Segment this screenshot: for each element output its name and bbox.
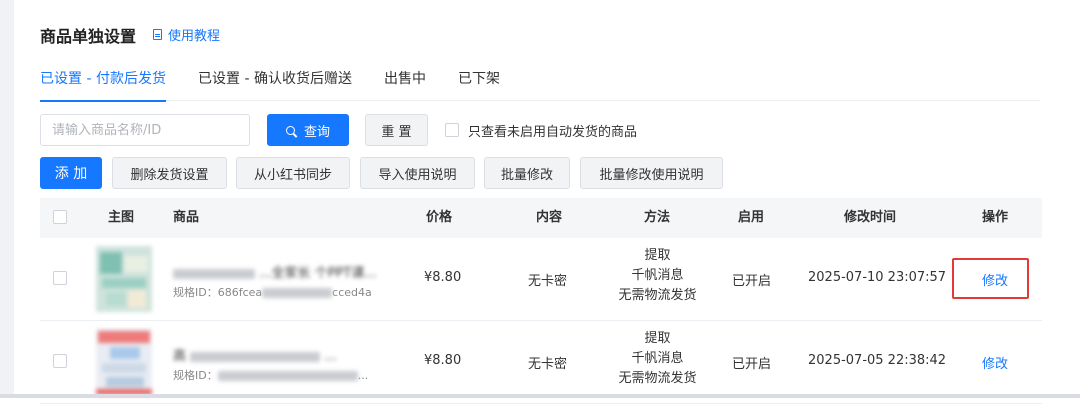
add-button[interactable]: 添 加	[40, 157, 102, 189]
tab-confirm-receipt-gift[interactable]: 已设置 - 确认收货后赠送	[198, 68, 352, 100]
product-title: ...全家长 个PPT课...	[173, 262, 377, 281]
table-row: ...全家长 个PPT课... 规格ID：686fcea cced4a ¥8.80…	[40, 238, 1042, 321]
page-title: 商品单独设置	[40, 27, 137, 46]
product-spec-id: 规格ID：...	[173, 369, 369, 382]
table-row: 高 ... 规格ID：... ¥8.80 无卡密 提取 千帆消息 无需物流发货 …	[40, 321, 1042, 404]
delivery-method: 提取 千帆消息 无需物流发货	[618, 331, 697, 386]
column-product: 商品	[173, 210, 200, 225]
product-thumbnail	[96, 329, 152, 395]
select-all-checkbox[interactable]	[53, 210, 67, 224]
enabled-status: 已开启	[732, 274, 772, 289]
batch-edit-button[interactable]: 批量修改	[484, 157, 570, 189]
import-instructions-button[interactable]: 导入使用说明	[360, 157, 475, 189]
price: ¥8.80	[424, 353, 462, 368]
content-type: 无卡密	[528, 357, 568, 372]
redacted-text	[190, 351, 321, 362]
price: ¥8.80	[424, 270, 462, 285]
column-price: 价格	[426, 210, 453, 225]
tutorial-link[interactable]: 使用教程	[153, 25, 220, 44]
column-action: 操作	[982, 210, 1009, 225]
column-enabled: 启用	[738, 210, 765, 225]
tab-paid-shipping[interactable]: 已设置 - 付款后发货	[40, 68, 166, 102]
modified-time: 2025-07-10 23:07:57	[808, 270, 947, 285]
row-checkbox[interactable]	[53, 354, 67, 368]
batch-edit-instructions-button[interactable]: 批量修改使用说明	[580, 157, 723, 189]
query-button[interactable]: 查询	[267, 114, 349, 146]
unenabled-only-checkbox[interactable]	[445, 123, 459, 137]
left-rail	[0, 0, 14, 398]
product-spec-id: 规格ID：686fcea cced4a	[173, 286, 372, 299]
edit-link[interactable]: 修改	[982, 270, 1008, 289]
search-input[interactable]	[40, 114, 250, 146]
column-modified-time: 修改时间	[844, 210, 897, 225]
delete-settings-button[interactable]: 删除发货设置	[112, 157, 227, 189]
tutorial-link-label: 使用教程	[168, 29, 221, 44]
enabled-status: 已开启	[732, 357, 772, 372]
redacted-text	[217, 371, 358, 381]
query-button-label: 查询	[303, 124, 330, 140]
content-type: 无卡密	[528, 274, 568, 289]
tab-delisted[interactable]: 已下架	[458, 68, 500, 100]
modified-time: 2025-07-05 22:38:42	[808, 353, 947, 368]
column-method: 方法	[644, 210, 671, 225]
tab-bar: 已设置 - 付款后发货 已设置 - 确认收货后赠送 出售中 已下架	[40, 60, 1040, 102]
column-content: 内容	[536, 210, 563, 225]
search-icon	[285, 125, 295, 135]
product-title: 高 ...	[173, 349, 337, 364]
table-header: 主图 商品 价格 内容 方法 启用 修改时间 操作	[40, 198, 1042, 238]
bottom-edge	[0, 394, 1080, 398]
unenabled-only-label: 只查看未启用自动发货的商品	[468, 125, 638, 140]
product-thumbnail	[96, 246, 152, 312]
reset-button[interactable]: 重 置	[365, 114, 428, 146]
row-checkbox[interactable]	[53, 271, 67, 285]
edit-link[interactable]: 修改	[982, 353, 1008, 372]
redacted-text	[173, 268, 255, 279]
delivery-method: 提取 千帆消息 无需物流发货	[618, 248, 697, 303]
tab-on-sale[interactable]: 出售中	[384, 68, 426, 100]
column-image: 主图	[108, 210, 135, 225]
document-icon	[153, 29, 162, 40]
sync-xiaohongshu-button[interactable]: 从小红书同步	[236, 157, 350, 189]
redacted-text	[262, 288, 333, 298]
